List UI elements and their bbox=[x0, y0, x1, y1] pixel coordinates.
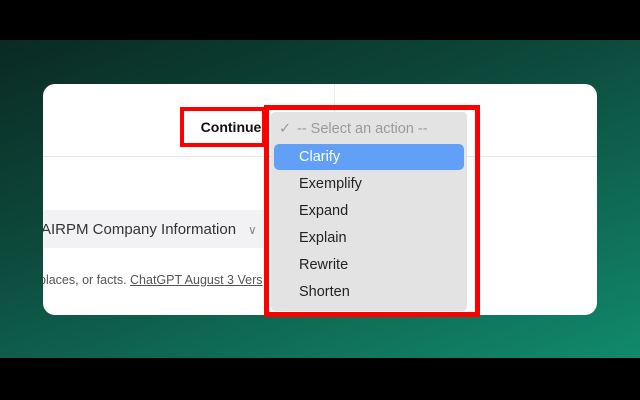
prompt-select[interactable]: AIRPM Company Information bbox=[43, 210, 267, 248]
footnote-text: places, or facts. bbox=[43, 273, 131, 287]
footnote: places, or facts. ChatGPT August 3 Vers bbox=[43, 273, 263, 287]
prompt-select-value: AIRPM Company Information bbox=[43, 220, 237, 238]
version-link[interactable]: ChatGPT August 3 Vers bbox=[130, 273, 262, 287]
continue-highlight-box bbox=[180, 107, 266, 147]
dropdown-highlight-box bbox=[264, 105, 480, 317]
chevron-down-icon[interactable]: ∨ bbox=[248, 223, 257, 237]
